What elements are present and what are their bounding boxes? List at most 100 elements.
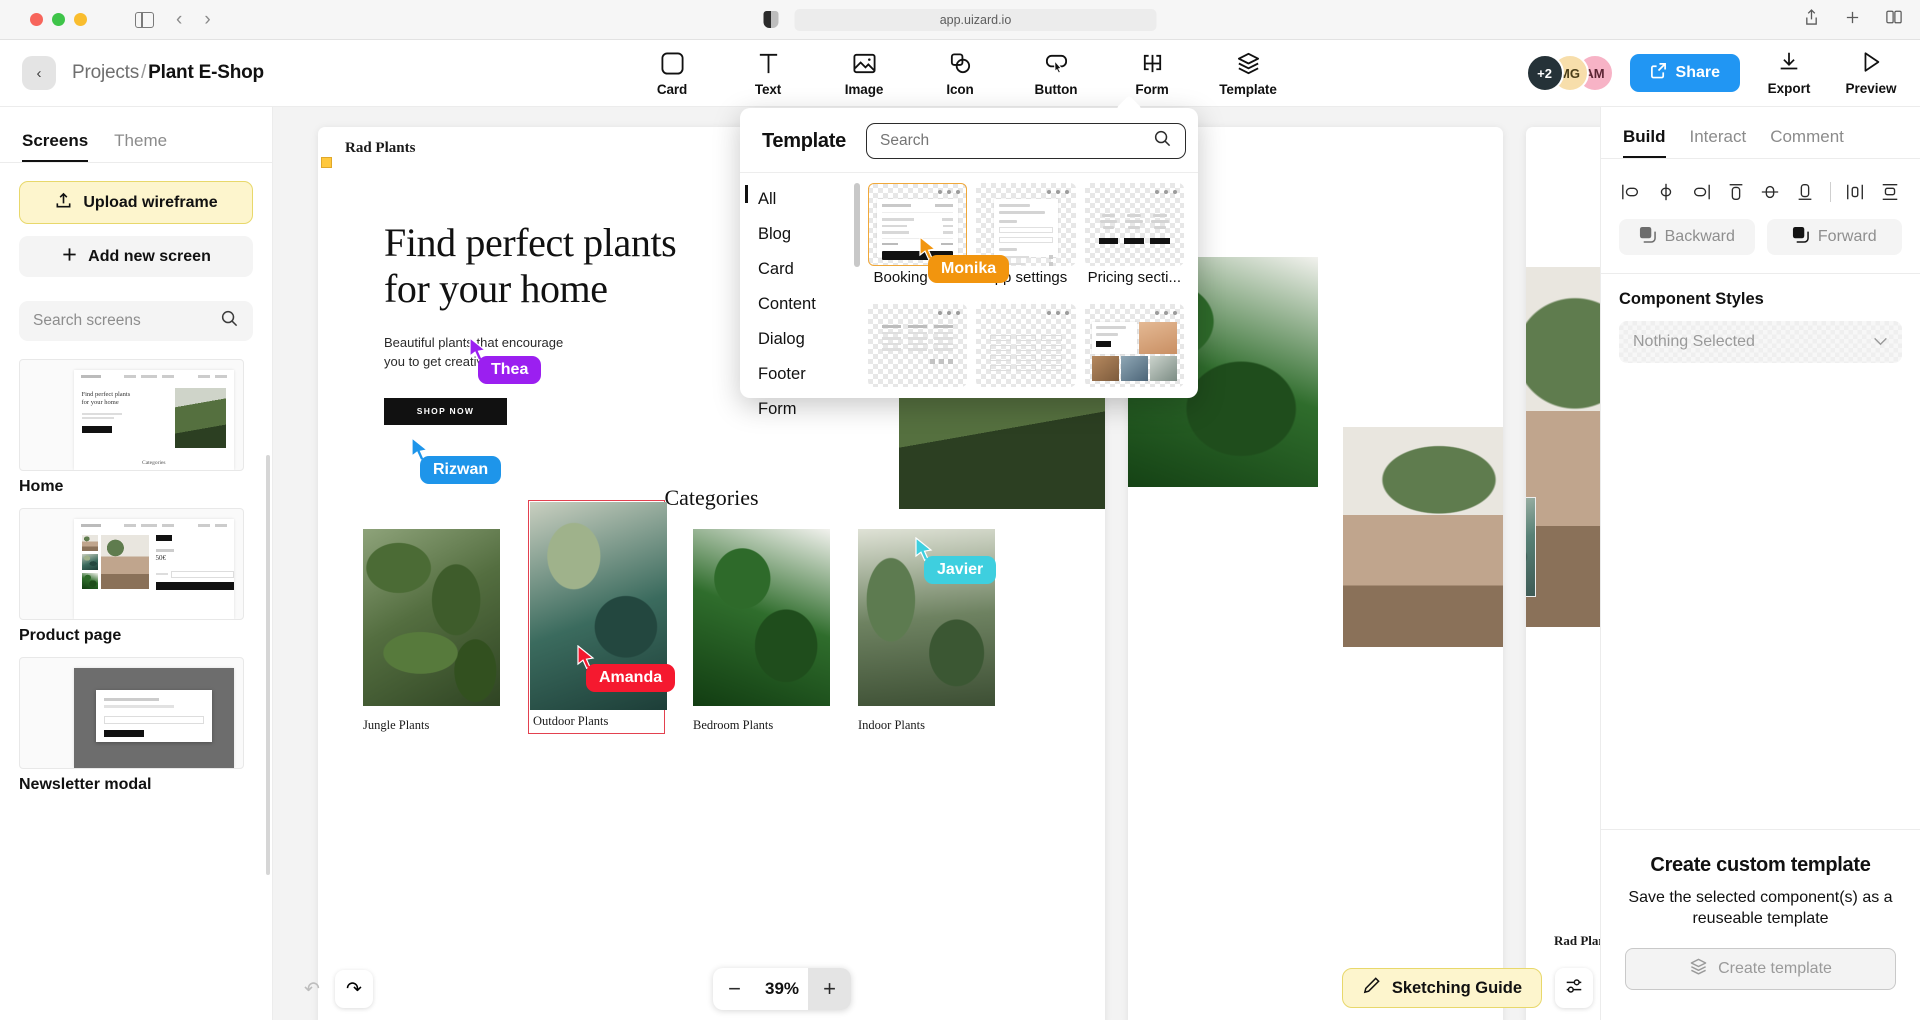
export-label: Export xyxy=(1768,81,1811,96)
template-scrollbar-thumb[interactable] xyxy=(854,183,860,267)
template-category-all[interactable]: All xyxy=(740,182,850,217)
template-thumbnail[interactable] xyxy=(976,304,1075,387)
align-center-horizontal-icon[interactable] xyxy=(1654,179,1679,205)
tab-screens[interactable]: Screens xyxy=(22,131,88,162)
zoom-out-button[interactable]: − xyxy=(713,968,756,1010)
template-item-plain-table[interactable] xyxy=(976,304,1075,404)
component-styles-select[interactable]: Nothing Selected xyxy=(1619,321,1902,363)
window-traffic-lights[interactable] xyxy=(30,13,87,26)
template-scrollbar[interactable] xyxy=(850,173,864,404)
screen-item-home[interactable]: Find perfect plantsfor your home Categor… xyxy=(19,359,253,496)
search-icon[interactable] xyxy=(1153,129,1172,153)
sketching-guide-button[interactable]: Sketching Guide xyxy=(1342,968,1542,1008)
back-icon[interactable]: ‹ xyxy=(176,10,182,29)
screen-item-product-page[interactable]: 50€ Product page xyxy=(19,508,253,645)
screen-item-newsletter-modal[interactable]: Newsletter modal xyxy=(19,657,253,794)
send-backward-button[interactable]: Backward xyxy=(1619,219,1755,255)
template-category-footer[interactable]: Footer xyxy=(740,357,850,392)
share-icon[interactable] xyxy=(1804,9,1819,31)
undo-button[interactable]: ↶ xyxy=(293,970,331,1008)
align-right-icon[interactable] xyxy=(1689,179,1714,205)
url-input[interactable]: app.uizard.io xyxy=(795,9,1157,31)
template-search-input[interactable] xyxy=(880,132,1150,150)
tab-build[interactable]: Build xyxy=(1623,127,1666,158)
forward-icon[interactable]: › xyxy=(204,10,210,29)
add-new-screen-label: Add new screen xyxy=(88,248,211,266)
category-card-bedroom[interactable]: Bedroom Plants xyxy=(693,529,830,733)
sidebar-toggle-icon[interactable] xyxy=(135,12,154,28)
tab-interact[interactable]: Interact xyxy=(1690,127,1747,158)
distribute-vertical-icon[interactable] xyxy=(1877,179,1902,205)
template-thumbnail[interactable] xyxy=(1085,304,1184,387)
distribute-horizontal-icon[interactable] xyxy=(1842,179,1867,205)
minimize-window-button[interactable] xyxy=(74,13,87,26)
category-image xyxy=(363,529,500,706)
screens-scrollbar[interactable] xyxy=(266,455,270,875)
tabs-overview-icon[interactable] xyxy=(1886,10,1902,29)
export-button[interactable]: Export xyxy=(1756,50,1822,96)
screen-name: Newsletter modal xyxy=(19,776,253,794)
screen-thumbnail[interactable]: Find perfect plantsfor your home Categor… xyxy=(19,359,244,471)
search-icon xyxy=(220,309,239,333)
template-thumbnail[interactable] xyxy=(868,304,967,387)
create-template-button[interactable]: Create template xyxy=(1625,948,1896,990)
hero-title-line1: Find perfect plants xyxy=(384,220,676,265)
template-grid: Booking form xyxy=(864,173,1198,404)
artboard-tertiary[interactable]: Rad Plants Enter your email Instagram Fa… xyxy=(1526,127,1600,1020)
back-to-projects-button[interactable]: ‹ xyxy=(22,56,56,90)
zoom-window-button[interactable] xyxy=(52,13,65,26)
shapes-icon xyxy=(948,50,973,78)
forward-layers-icon xyxy=(1792,226,1809,248)
browser-toolbar: ‹ › app.uizard.io xyxy=(0,0,1920,40)
add-new-screen-button[interactable]: Add new screen xyxy=(19,236,253,277)
zoom-in-button[interactable]: + xyxy=(808,968,851,1010)
screen-thumbnail[interactable]: 50€ xyxy=(19,508,244,620)
template-item-pricing-section[interactable]: Pricing secti... xyxy=(1085,183,1184,300)
tool-card[interactable]: Card xyxy=(636,50,708,97)
tool-icon[interactable]: Icon xyxy=(924,50,996,97)
preview-button[interactable]: Preview xyxy=(1838,50,1904,96)
align-bottom-icon[interactable] xyxy=(1793,179,1818,205)
template-category-card[interactable]: Card xyxy=(740,252,850,287)
align-middle-vertical-icon[interactable] xyxy=(1758,179,1783,205)
avatar-overflow-count[interactable]: +2 xyxy=(1526,54,1564,92)
tool-form[interactable]: Form xyxy=(1116,50,1188,97)
new-tab-icon[interactable] xyxy=(1845,10,1860,30)
bring-forward-label: Forward xyxy=(1818,228,1877,246)
tool-image[interactable]: Image xyxy=(828,50,900,97)
selection-handle[interactable] xyxy=(321,157,332,168)
align-top-icon[interactable] xyxy=(1723,179,1748,205)
tool-button[interactable]: Button xyxy=(1020,50,1092,97)
collaborator-avatars[interactable]: +2 MG AM xyxy=(1526,54,1614,92)
close-window-button[interactable] xyxy=(30,13,43,26)
tool-text[interactable]: Text xyxy=(732,50,804,97)
left-panel-body: Upload wireframe Add new screen Search s… xyxy=(0,163,272,794)
align-left-icon[interactable] xyxy=(1619,179,1644,205)
shop-now-button[interactable]: SHOP NOW xyxy=(384,398,507,425)
thumb-dots xyxy=(1047,311,1069,315)
template-item-gallery[interactable] xyxy=(1085,304,1184,404)
template-category-dialog[interactable]: Dialog xyxy=(740,322,850,357)
upload-wireframe-button[interactable]: Upload wireframe xyxy=(19,181,253,224)
template-search[interactable] xyxy=(866,123,1186,159)
bring-forward-button[interactable]: Forward xyxy=(1767,219,1903,255)
share-button[interactable]: Share xyxy=(1630,54,1740,92)
search-screens-input[interactable]: Search screens xyxy=(19,301,253,341)
tab-theme[interactable]: Theme xyxy=(114,131,167,162)
redo-button[interactable]: ↷ xyxy=(335,970,373,1008)
canvas-settings-button[interactable] xyxy=(1555,968,1593,1008)
tool-icon-label: Icon xyxy=(946,82,973,97)
template-category-content[interactable]: Content xyxy=(740,287,850,322)
template-category-form[interactable]: Form xyxy=(740,392,850,427)
template-thumbnail[interactable] xyxy=(1085,183,1184,266)
category-card-outdoor[interactable]: Outdoor Plants xyxy=(528,500,665,734)
template-category-blog[interactable]: Blog xyxy=(740,217,850,252)
tab-comment[interactable]: Comment xyxy=(1770,127,1844,158)
template-item-checkbox-table[interactable] xyxy=(868,304,967,404)
screen-thumbnail[interactable] xyxy=(19,657,244,769)
breadcrumb-projects-link[interactable]: Projects xyxy=(72,62,139,83)
inspector-panel: Build Interact Comment xyxy=(1600,107,1920,1020)
tool-template[interactable]: Template xyxy=(1212,50,1284,97)
category-card-jungle[interactable]: Jungle Plants xyxy=(363,529,500,733)
reader-mode-icon[interactable] xyxy=(764,11,779,28)
